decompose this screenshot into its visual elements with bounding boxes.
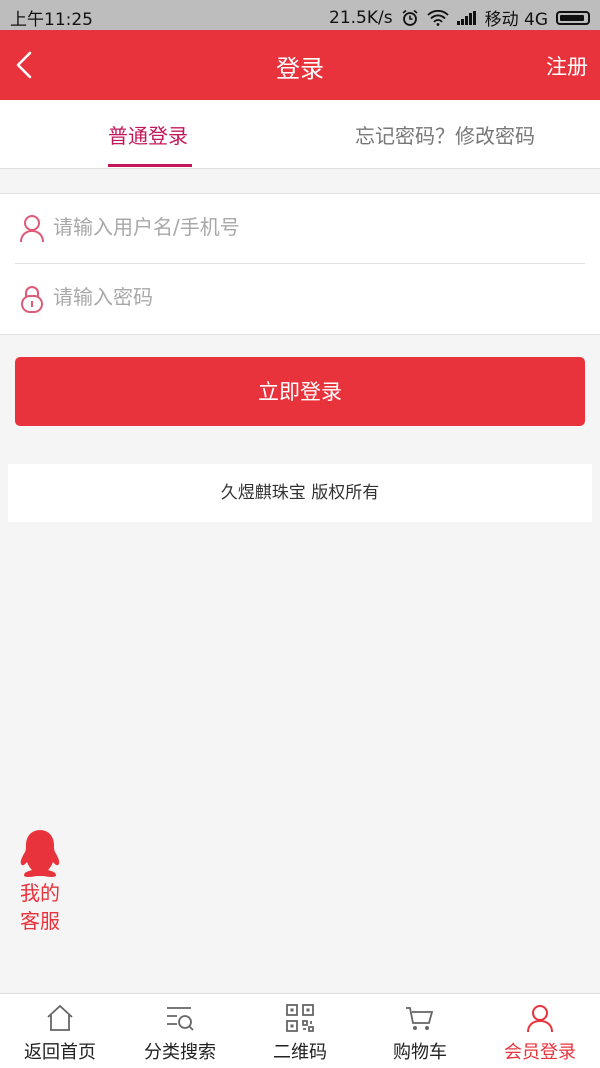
nav-qrcode[interactable]: 二维码 [240, 994, 360, 1068]
page-title: 登录 [276, 55, 324, 83]
qrcode-icon [284, 1002, 316, 1034]
customer-service-button[interactable]: 我的 客服 [12, 828, 68, 938]
login-form [0, 193, 600, 335]
copyright-text: 久煜麒珠宝 版权所有 [8, 464, 592, 522]
alarm-icon [401, 9, 419, 27]
network-speed: 21.5K/s [329, 7, 393, 28]
customer-service-label-2: 客服 [20, 909, 60, 933]
status-indicators: 21.5K/s 移动 4G [329, 5, 590, 30]
cart-icon [404, 1002, 436, 1034]
wifi-icon [426, 9, 449, 26]
customer-service-label-1: 我的 [20, 881, 60, 905]
nav-home[interactable]: 返回首页 [0, 994, 120, 1068]
member-icon [524, 1002, 556, 1034]
signal-icon [456, 10, 477, 25]
user-icon [19, 214, 45, 244]
tab-forgot-password[interactable]: 忘记密码？修改密码 [355, 120, 535, 149]
category-search-icon [164, 1002, 196, 1034]
nav-cart[interactable]: 购物车 [360, 994, 480, 1068]
username-input[interactable] [53, 212, 573, 242]
status-time: 上午11:25 [10, 10, 93, 30]
nav-qrcode-label: 二维码 [273, 1042, 327, 1063]
home-icon [44, 1002, 76, 1034]
register-link[interactable]: 注册 [546, 51, 588, 81]
nav-home-label: 返回首页 [24, 1042, 96, 1063]
lock-icon [19, 284, 45, 314]
nav-category-search[interactable]: 分类搜索 [120, 994, 240, 1068]
nav-cart-label: 购物车 [393, 1042, 447, 1063]
bottom-nav: 返回首页 分类搜索 二维码 购物车 会员登录 [0, 993, 600, 1068]
active-tab-indicator [108, 164, 192, 167]
tab-normal-login[interactable]: 普通登录 [108, 120, 188, 149]
username-row [15, 194, 585, 264]
status-bar: 上午11:25 21.5K/s 移动 4G [0, 0, 600, 30]
login-button[interactable]: 立即登录 [15, 357, 585, 426]
app-header: 登录 注册 [0, 30, 600, 100]
nav-member-login-label: 会员登录 [504, 1042, 576, 1063]
nav-member-login[interactable]: 会员登录 [480, 994, 600, 1068]
nav-category-search-label: 分类搜索 [144, 1042, 216, 1063]
qq-penguin-icon [12, 828, 68, 878]
password-input[interactable] [53, 282, 573, 312]
carrier-label: 移动 4G [484, 10, 548, 30]
login-tabs: 普通登录 忘记密码？修改密码 [0, 100, 600, 169]
password-row [15, 264, 585, 333]
battery-icon [556, 10, 590, 25]
